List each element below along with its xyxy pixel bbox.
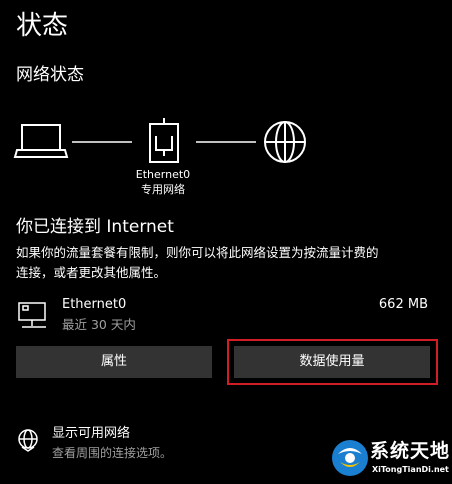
watermark-url: XiTongTianDi.net	[372, 465, 449, 474]
watermark: 系统天地 XiTongTianDi.net	[330, 436, 452, 484]
laptop-icon	[13, 124, 69, 158]
network-status-heading: 网络状态	[16, 65, 84, 85]
connection-description: 如果你的流量套餐有限制，则你可以将此网络设置为按流量计费的 连接，或者更改其他属…	[16, 243, 436, 283]
data-usage-amount: 662 MB	[378, 297, 428, 312]
ethernet-port-icon	[149, 118, 179, 163]
description-line: 如果你的流量套餐有限制，则你可以将此网络设置为按流量计费的	[16, 245, 379, 260]
description-line: 连接，或者更改其他属性。	[16, 265, 167, 280]
data-usage-button[interactable]: 数据使用量	[234, 346, 430, 378]
usage-period: 最近 30 天内	[62, 317, 136, 332]
show-networks-globe-icon[interactable]	[16, 428, 40, 452]
show-available-networks-subtitle: 查看周围的连接选项。	[52, 446, 173, 460]
page-title: 状态	[16, 11, 69, 41]
adapter-name: Ethernet0	[62, 297, 127, 312]
diagram-network-type: 专用网络	[141, 183, 185, 196]
diagram-adapter-name: Ethernet0	[135, 168, 191, 181]
network-diagram	[13, 118, 306, 163]
properties-button[interactable]: 属性	[16, 346, 212, 378]
ethernet-adapter-icon	[18, 302, 46, 328]
globe-icon	[264, 121, 306, 163]
watermark-brand: 系统天地	[370, 440, 451, 462]
connection-status-heading: 你已连接到 Internet	[16, 217, 174, 237]
watermark-logo-icon	[332, 440, 368, 476]
show-available-networks-link[interactable]: 显示可用网络	[52, 425, 130, 443]
